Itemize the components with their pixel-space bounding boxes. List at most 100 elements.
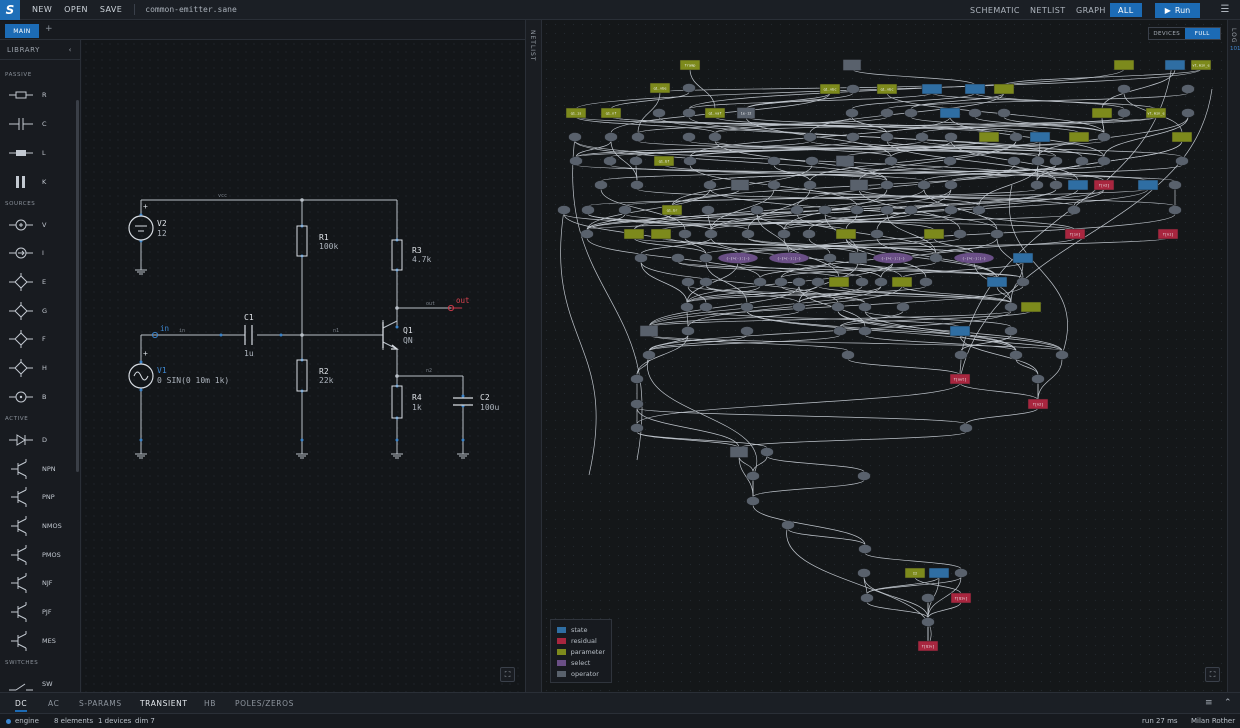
graph-node-operator[interactable] — [944, 180, 958, 190]
graph-node-operator[interactable] — [835, 155, 855, 167]
graph-node-operator[interactable]: 1e-12 — [736, 107, 756, 119]
analysis-tab-poles-zeros[interactable]: POLES/ZEROS — [235, 699, 294, 708]
graph-node-operator[interactable] — [954, 350, 968, 360]
graph-node-operator[interactable] — [681, 277, 695, 287]
graph-node-parameter[interactable]: I2 — [904, 567, 926, 579]
graph-node-parameter[interactable] — [993, 83, 1015, 95]
library-item-pjf[interactable]: PJF — [6, 601, 76, 623]
graph-node-operator[interactable] — [858, 326, 872, 336]
graph-node-operator[interactable] — [557, 205, 571, 215]
graph-node-operator[interactable] — [929, 253, 943, 263]
tune-icon[interactable]: ≡ — [1205, 698, 1213, 708]
graph-node-parameter[interactable] — [835, 228, 857, 240]
graph-node-operator[interactable] — [604, 132, 618, 142]
graph-node-residual[interactable]: f[out] — [949, 373, 971, 385]
graph-node-residual[interactable]: f[Q1v] — [917, 640, 939, 652]
graph-node-operator[interactable] — [681, 326, 695, 336]
toggle-full[interactable]: FULL — [1184, 28, 1220, 39]
library-item-r[interactable]: R — [6, 84, 76, 106]
graph-node-operator[interactable] — [652, 108, 666, 118]
library-item-c[interactable]: C — [6, 113, 76, 135]
collapse-icon[interactable]: ‹ — [69, 46, 72, 54]
graph-node-operator[interactable] — [580, 229, 594, 239]
library-item-pmos[interactable]: PMOS — [6, 544, 76, 566]
tab-main[interactable]: MAIN — [5, 24, 39, 38]
library-item-mes[interactable]: MES — [6, 630, 76, 652]
graph-node-operator[interactable] — [753, 277, 767, 287]
graph-node-operator[interactable] — [846, 84, 860, 94]
graph-node-operator[interactable] — [683, 156, 697, 166]
open-button[interactable]: OPEN — [64, 5, 88, 14]
graph-node-operator[interactable] — [729, 446, 749, 458]
graph-node-operator[interactable] — [581, 205, 595, 215]
toggle-devices[interactable]: DEVICES — [1149, 28, 1185, 39]
graph-node-operator[interactable] — [767, 180, 781, 190]
graph-node-operator[interactable] — [849, 179, 869, 191]
graph-node-parameter[interactable]: q1.vaf — [704, 107, 726, 119]
graph-node-operator[interactable] — [792, 302, 806, 312]
graph-node-operator[interactable] — [1004, 302, 1018, 312]
graph-node-operator[interactable] — [699, 302, 713, 312]
graph-node-operator[interactable] — [846, 132, 860, 142]
r1-symbol[interactable] — [296, 225, 308, 257]
graph-node-parameter[interactable]: vt.min_e — [1190, 59, 1212, 71]
view-schematic[interactable]: SCHEMATIC — [970, 0, 1020, 20]
library-item-k[interactable]: K — [6, 171, 76, 193]
graph-node-operator[interactable] — [860, 593, 874, 603]
graph-node-operator[interactable] — [740, 302, 754, 312]
graph-node-operator[interactable] — [1117, 84, 1131, 94]
graph-node-residual[interactable]: f[v2] — [1093, 179, 1115, 191]
graph-node-parameter[interactable] — [891, 276, 913, 288]
graph-node-select[interactable]: (-)>(-):(-) — [717, 252, 759, 264]
graph-node-operator[interactable] — [750, 205, 764, 215]
graph-node-operator[interactable] — [1168, 205, 1182, 215]
graph-node-operator[interactable] — [1168, 180, 1182, 190]
graph-node-parameter[interactable]: q1.nf — [600, 107, 622, 119]
graph-node-parameter[interactable]: q1.vbc — [819, 83, 841, 95]
graph-node-operator[interactable] — [699, 253, 713, 263]
graph-node-operator[interactable] — [857, 568, 871, 578]
graph-node-state[interactable] — [1067, 179, 1089, 191]
run-button[interactable]: ▶ Run — [1155, 3, 1200, 18]
analysis-tab-transient[interactable]: TRANSIENT — [140, 699, 188, 708]
fit-view-icon[interactable]: ⛶ — [500, 667, 515, 682]
graph-node-operator[interactable] — [990, 229, 1004, 239]
graph-node-operator[interactable] — [841, 350, 855, 360]
library-item-v[interactable]: V — [6, 214, 76, 236]
graph-node-parameter[interactable]: Tramp — [679, 59, 701, 71]
computation-graph[interactable]: Tramp vt.min_e q1.vbe q1.vbc q1.vbc q1.is q1.n… — [542, 20, 1227, 692]
graph-node-operator[interactable] — [682, 132, 696, 142]
graph-node-operator[interactable] — [741, 229, 755, 239]
graph-node-operator[interactable] — [1031, 374, 1045, 384]
graph-node-operator[interactable] — [855, 277, 869, 287]
graph-node-operator[interactable] — [1117, 108, 1131, 118]
graph-node-operator[interactable] — [1067, 205, 1081, 215]
library-item-h[interactable]: H — [6, 357, 76, 379]
graph-node-operator[interactable] — [858, 302, 872, 312]
graph-node-operator[interactable] — [629, 156, 643, 166]
v2-symbol[interactable] — [128, 215, 154, 241]
chevron-up-icon[interactable]: ⌃ — [1224, 698, 1232, 708]
graph-node-parameter[interactable] — [828, 276, 850, 288]
graph-node-operator[interactable] — [594, 180, 608, 190]
graph-node-operator[interactable] — [630, 374, 644, 384]
graph-node-operator[interactable] — [1097, 156, 1111, 166]
graph-node-operator[interactable] — [959, 423, 973, 433]
graph-node-operator[interactable] — [874, 277, 888, 287]
graph-node-operator[interactable] — [944, 132, 958, 142]
graph-node-operator[interactable] — [880, 180, 894, 190]
graph-node-operator[interactable] — [1181, 108, 1195, 118]
graph-node-parameter[interactable]: q1.bf — [653, 155, 675, 167]
view-netlist[interactable]: NETLIST — [1030, 0, 1066, 20]
graph-node-operator[interactable] — [642, 350, 656, 360]
graph-node-state[interactable] — [986, 276, 1008, 288]
graph-node-operator[interactable] — [631, 132, 645, 142]
graph-node-parameter[interactable] — [650, 228, 672, 240]
graph-node-operator[interactable] — [704, 229, 718, 239]
graph-node-operator[interactable] — [639, 325, 659, 337]
graph-node-operator[interactable] — [919, 277, 933, 287]
graph-node-operator[interactable] — [708, 132, 722, 142]
library-item-g[interactable]: G — [6, 300, 76, 322]
graph-node-operator[interactable] — [848, 252, 868, 264]
v1-symbol[interactable] — [128, 363, 154, 389]
